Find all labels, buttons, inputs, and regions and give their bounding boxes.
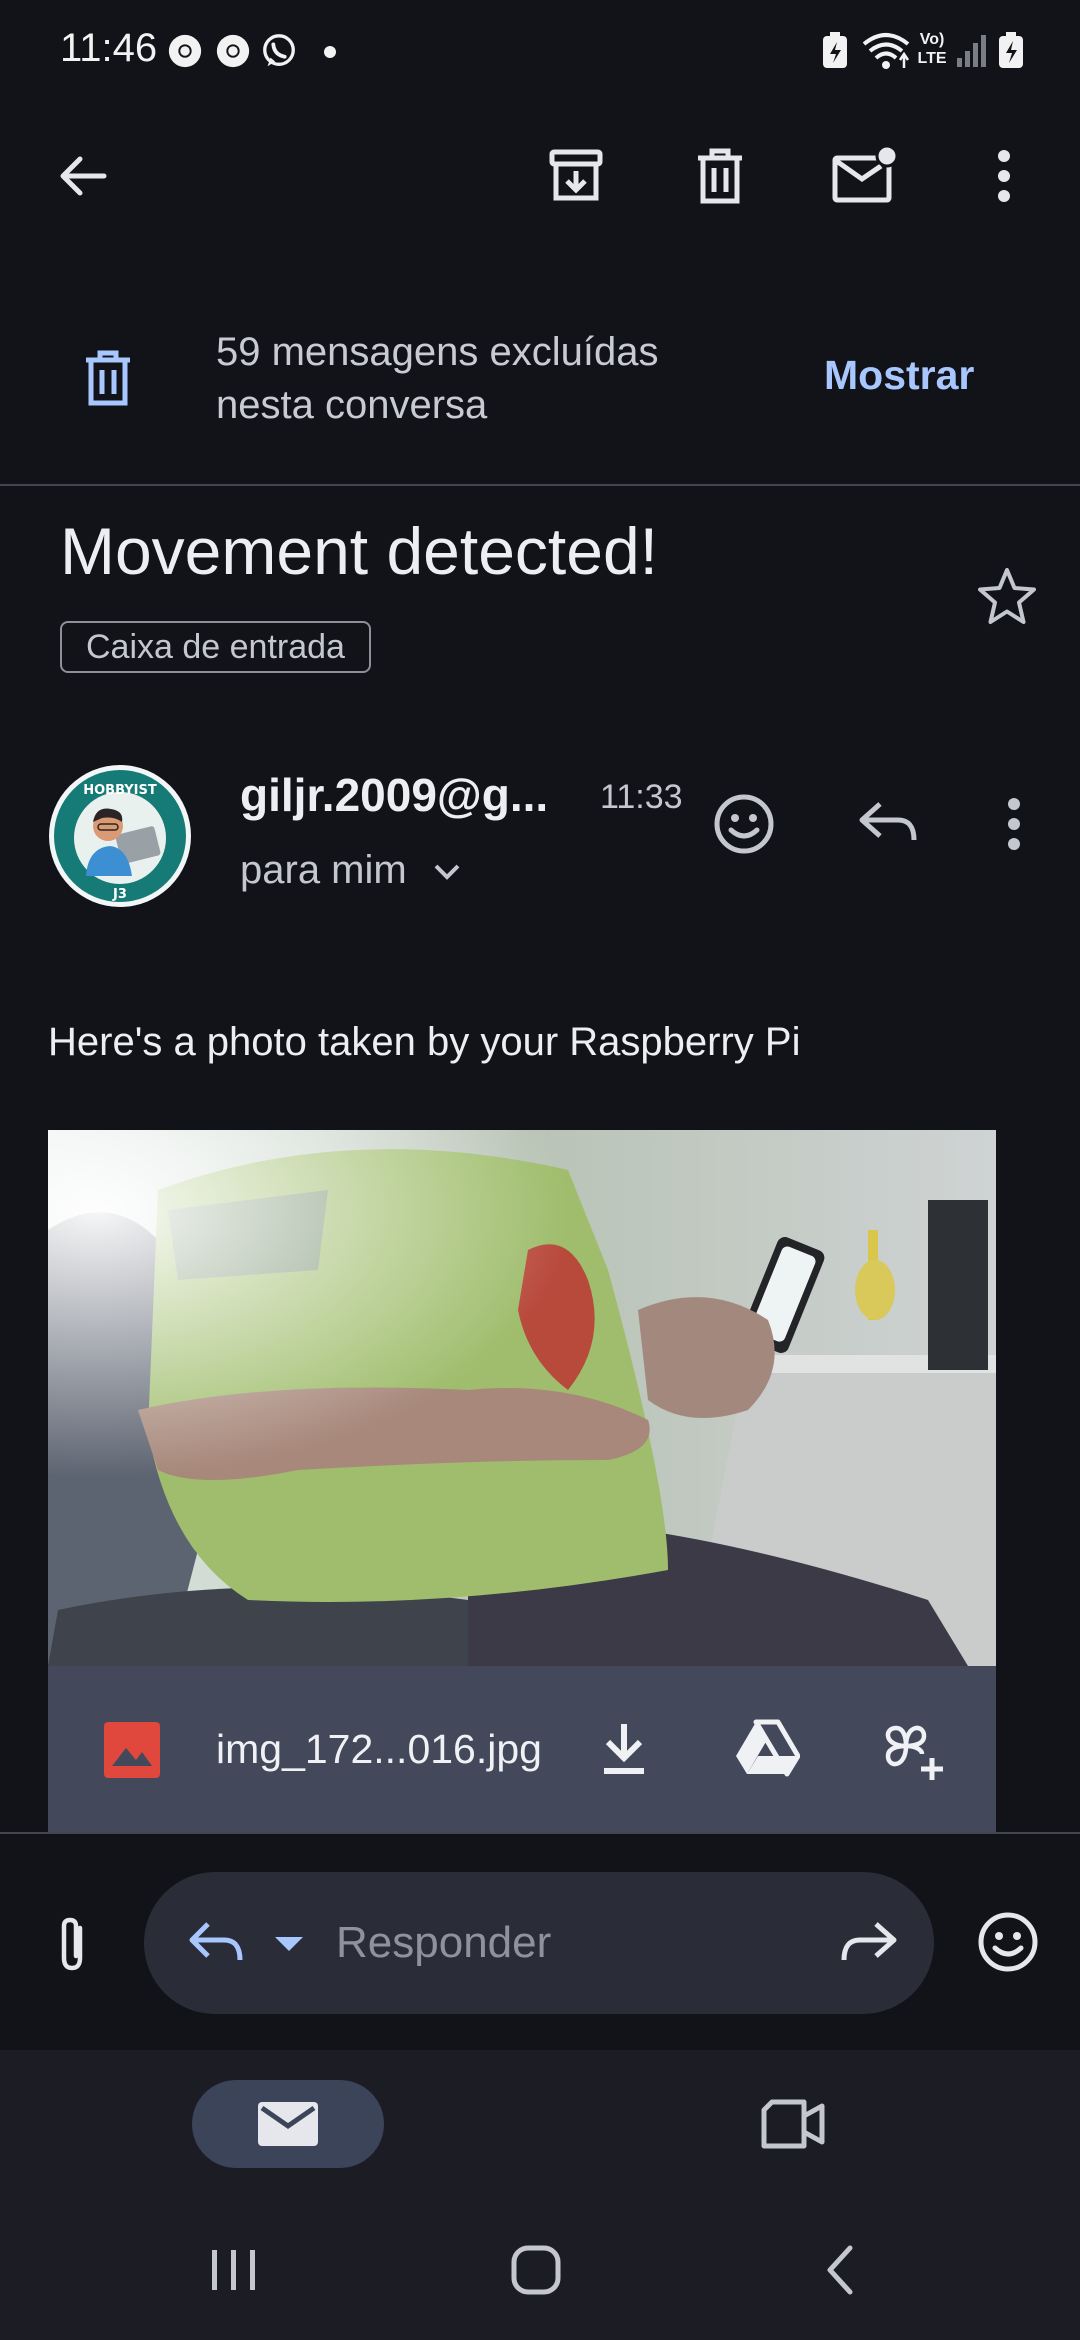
- add-to-photos-icon[interactable]: [876, 1714, 948, 1784]
- reply-placeholder[interactable]: Responder: [336, 1918, 551, 1968]
- back-arrow-icon: [60, 156, 107, 196]
- message-body: Here's a photo taken by your Raspberry P…: [48, 1020, 801, 1064]
- deleted-messages-text: 59 mensagens excluídas nesta conversa: [216, 326, 659, 432]
- recipient-toggle[interactable]: para mim: [240, 848, 462, 893]
- bottom-nav: [0, 2050, 1080, 2200]
- home-icon[interactable]: [510, 2244, 562, 2296]
- signal-icon: [957, 35, 986, 67]
- attachment-filename[interactable]: img_172...016.jpg: [216, 1726, 542, 1773]
- emoji-react-icon[interactable]: [712, 792, 776, 856]
- sender-name[interactable]: giljr.2009@g...: [240, 768, 548, 822]
- download-icon[interactable]: [596, 1720, 652, 1778]
- trash-icon: [86, 350, 130, 406]
- mark-unread-button[interactable]: [816, 128, 912, 224]
- volte-icon: Vo) LTE: [917, 31, 947, 67]
- inbox-label-chip[interactable]: Caixa de entrada: [60, 621, 371, 673]
- archive-icon: [549, 149, 603, 201]
- reply-icon[interactable]: [186, 1916, 246, 1970]
- system-back-icon[interactable]: [822, 2244, 856, 2296]
- mail-icon: [258, 2102, 318, 2146]
- archive-button[interactable]: [528, 128, 624, 224]
- recipient-label: para mim: [240, 848, 407, 892]
- dot-icon: [324, 46, 336, 58]
- battery-saver-icon: [823, 32, 847, 68]
- battery-icon: [999, 32, 1023, 68]
- avatar[interactable]: HOBBYIST J3: [48, 764, 192, 908]
- deleted-messages-line1: 59 mensagens excluídas: [216, 330, 659, 374]
- avatar-text-bottom: J3: [112, 887, 127, 902]
- show-deleted-button[interactable]: Mostrar: [824, 352, 974, 399]
- attachment-photo[interactable]: [48, 1130, 996, 1666]
- more-vert-icon[interactable]: [1004, 796, 1024, 852]
- message-time: 11:33: [600, 778, 683, 816]
- more-vert-icon: [998, 150, 1010, 202]
- avatar-text-top: HOBBYIST: [83, 783, 157, 798]
- chevron-down-icon: [434, 865, 460, 881]
- divider: [0, 484, 1080, 486]
- forward-icon[interactable]: [838, 1916, 900, 1970]
- mail-unread-icon: [832, 146, 897, 203]
- chrome-icon: [216, 34, 250, 68]
- wifi-icon: [862, 33, 910, 69]
- star-icon[interactable]: [976, 566, 1038, 626]
- deleted-messages-line2: nesta conversa: [216, 383, 488, 427]
- photo-image: [48, 1130, 996, 1666]
- caret-down-icon[interactable]: [272, 1934, 306, 1954]
- back-button[interactable]: [34, 128, 130, 224]
- video-icon[interactable]: [760, 2096, 826, 2152]
- status-time: 11:46: [60, 26, 158, 70]
- recents-icon[interactable]: [208, 2246, 260, 2294]
- emoji-react-icon[interactable]: [976, 1910, 1040, 1974]
- reply-icon[interactable]: [856, 796, 920, 852]
- delete-button[interactable]: [672, 128, 768, 224]
- google-drive-icon[interactable]: [734, 1718, 800, 1778]
- trash-icon: [698, 148, 742, 204]
- whatsapp-icon: [263, 34, 295, 67]
- message-subject: Movement detected!: [60, 514, 658, 588]
- image-file-icon: [104, 1722, 160, 1778]
- attach-icon[interactable]: [52, 1914, 92, 1974]
- more-options-button[interactable]: [956, 128, 1052, 224]
- chrome-icon: [168, 34, 202, 68]
